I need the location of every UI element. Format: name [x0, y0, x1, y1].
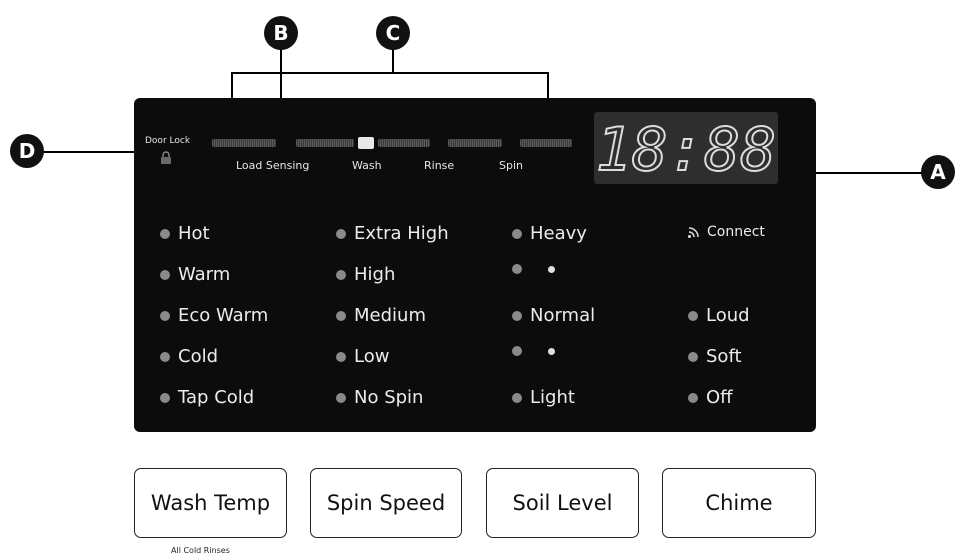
indicator-led — [336, 310, 346, 321]
indicator-led — [336, 351, 346, 362]
time-display-digits: 18:88 — [595, 114, 778, 186]
callout-b-marker: B — [264, 16, 298, 50]
stage-label-spin: Spin — [499, 159, 523, 172]
callout-line-bc-right — [547, 72, 549, 100]
option-label: No Spin — [354, 387, 424, 408]
status-segment-load-sensing — [212, 139, 276, 147]
time-display: 18:88 — [594, 112, 778, 186]
stage-label-load-sensing: Load Sensing — [236, 159, 310, 172]
all-cold-rinses-label: All Cold Rinses — [171, 546, 230, 555]
callout-c-marker: C — [376, 16, 410, 50]
callout-a-marker: A — [921, 155, 955, 189]
option-warm: Warm — [160, 264, 230, 285]
wifi-icon — [688, 227, 699, 238]
option-label: Soft — [706, 346, 742, 367]
callout-a-letter: A — [930, 160, 946, 184]
option-soil-step-lower — [512, 346, 555, 356]
status-segment-wash-left — [296, 139, 354, 147]
option-label: Extra High — [354, 223, 449, 244]
indicator-led — [336, 392, 346, 403]
callout-line-bc-top — [231, 72, 549, 74]
callout-line-b-stem — [280, 48, 282, 100]
option-light: Light — [512, 387, 575, 408]
connect-indicator: Connect — [687, 224, 765, 240]
callout-line-bc-left — [231, 72, 233, 100]
time-display-value: 18:88 — [596, 115, 777, 184]
status-segment-spin — [520, 139, 572, 147]
option-off: Off — [688, 387, 733, 408]
wash-temp-button[interactable]: Wash Temp — [134, 468, 287, 538]
option-label: High — [354, 264, 396, 285]
stage-label-rinse: Rinse — [424, 159, 455, 172]
status-segment-wash-right — [378, 139, 430, 147]
lock-icon — [161, 151, 171, 164]
indicator-led — [512, 346, 522, 356]
step-dot — [548, 347, 555, 355]
spin-speed-button[interactable]: Spin Speed — [310, 468, 462, 538]
option-eco-warm: Eco Warm — [160, 305, 268, 326]
option-label: Eco Warm — [178, 305, 269, 326]
callout-b-letter: B — [273, 21, 289, 45]
option-medium: Medium — [336, 305, 426, 326]
indicator-led — [512, 310, 522, 321]
control-panel: Door Lock Load Sensing Wash Rinse Spin 1… — [134, 98, 816, 432]
indicator-led — [160, 392, 170, 403]
option-label: Light — [530, 387, 575, 408]
indicator-led — [512, 392, 522, 403]
indicator-led — [160, 228, 170, 239]
option-label: Cold — [178, 346, 219, 367]
indicator-led — [688, 351, 698, 362]
option-loud: Loud — [688, 305, 750, 326]
option-label: Tap Cold — [178, 387, 255, 408]
stage-label-wash: Wash — [352, 159, 382, 172]
indicator-led — [160, 269, 170, 280]
option-tap-cold: Tap Cold — [160, 387, 254, 408]
status-segment-rinse — [448, 139, 502, 147]
option-label: Normal — [530, 305, 596, 326]
callout-d-letter: D — [18, 139, 36, 163]
indicator-led — [160, 351, 170, 362]
option-soil-step-upper — [512, 264, 555, 274]
indicator-led — [160, 310, 170, 321]
option-label: Off — [706, 387, 733, 408]
callout-line-c-stem — [392, 48, 394, 74]
option-hot: Hot — [160, 223, 210, 244]
callout-line-a — [814, 172, 924, 174]
option-no-spin: No Spin — [336, 387, 423, 408]
option-label: Loud — [706, 305, 750, 326]
option-normal: Normal — [512, 305, 595, 326]
connect-label: Connect — [707, 224, 765, 240]
indicator-led — [336, 228, 346, 239]
indicator-led — [512, 228, 522, 239]
option-heavy: Heavy — [512, 223, 587, 244]
option-label: Heavy — [530, 223, 587, 244]
option-soft: Soft — [688, 346, 742, 367]
step-dot — [548, 265, 555, 273]
option-extra-high: Extra High — [336, 223, 449, 244]
option-cold: Cold — [160, 346, 218, 367]
status-segment-wash-active — [358, 137, 374, 149]
indicator-led — [512, 264, 522, 274]
chime-button[interactable]: Chime — [662, 468, 816, 538]
option-high: High — [336, 264, 395, 285]
option-label: Low — [354, 346, 390, 367]
callout-line-d — [40, 151, 136, 153]
callout-d-marker: D — [10, 134, 44, 168]
option-low: Low — [336, 346, 389, 367]
indicator-led — [336, 269, 346, 280]
indicator-led — [688, 392, 698, 403]
option-label: Medium — [354, 305, 426, 326]
callout-c-letter: C — [385, 21, 401, 45]
option-label: Warm — [178, 264, 231, 285]
option-label: Hot — [178, 223, 210, 244]
soil-level-button[interactable]: Soil Level — [486, 468, 639, 538]
indicator-led — [688, 310, 698, 321]
door-lock-label: Door Lock — [145, 136, 191, 146]
